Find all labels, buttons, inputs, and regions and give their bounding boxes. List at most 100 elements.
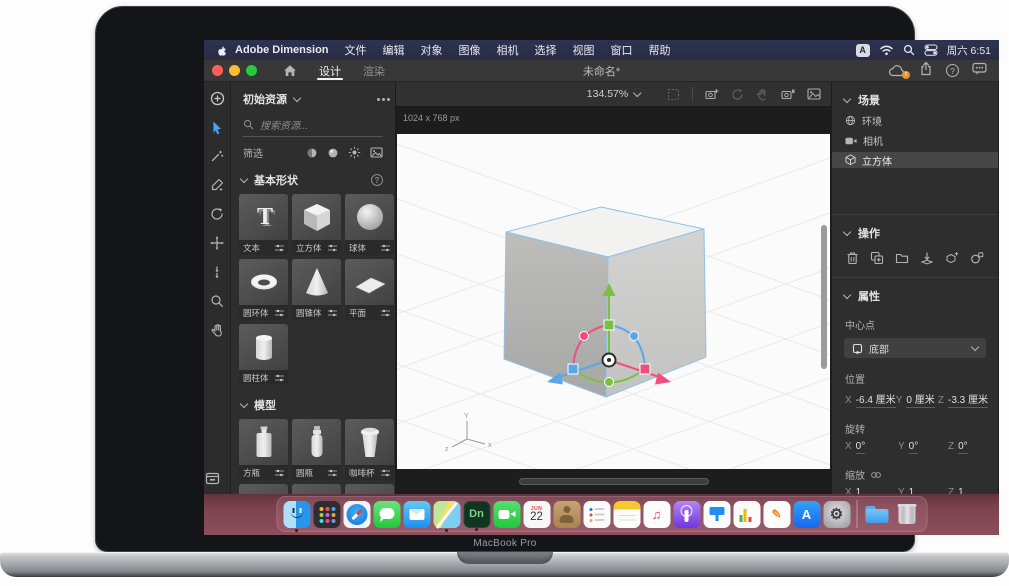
asset-search-field[interactable]: 搜索资源... — [243, 117, 383, 137]
home-button[interactable] — [283, 64, 297, 77]
dock-downloads-folder-icon[interactable] — [863, 501, 890, 528]
scene-panel-title[interactable]: 场景 — [858, 92, 880, 108]
orbit-tool[interactable] — [209, 206, 225, 222]
assets-panel-title[interactable]: 初始资源 — [243, 91, 287, 107]
actions-panel-title[interactable]: 操作 — [858, 225, 880, 241]
sliders-icon[interactable] — [381, 469, 390, 477]
asset-tile-partial[interactable] — [239, 484, 288, 494]
sliders-icon[interactable] — [381, 244, 390, 252]
select-tool[interactable] — [209, 119, 225, 135]
properties-panel-title[interactable]: 属性 — [858, 288, 880, 304]
position-y-input[interactable]: 0 厘米 — [906, 391, 934, 408]
asset-tile-cone[interactable]: 圆锥体 — [292, 259, 341, 320]
asset-tile-text[interactable]: TT文本 — [239, 194, 288, 255]
camera-bookmark-icon[interactable] — [781, 88, 795, 101]
control-center-icon[interactable] — [924, 44, 938, 56]
help-icon-small[interactable]: ? — [371, 174, 383, 186]
asset-tile-round-bottle[interactable]: 圆瓶 — [292, 419, 341, 480]
delete-icon[interactable] — [846, 251, 859, 265]
link-icon[interactable] — [870, 471, 882, 479]
scene-item-environment[interactable]: 环境 — [832, 113, 998, 128]
dock-music-icon[interactable]: ♫ — [643, 501, 670, 528]
render-preview-icon[interactable] — [807, 88, 821, 100]
pan-camera-tool[interactable] — [209, 235, 225, 251]
spotlight-search-icon[interactable] — [903, 44, 915, 56]
dock-pages-icon[interactable]: ✎ — [763, 501, 790, 528]
section-basic-shapes[interactable]: 基本形状 ? — [241, 172, 383, 188]
dock-keynote-icon[interactable] — [703, 501, 730, 528]
dock-app-store-icon[interactable]: A — [793, 501, 820, 528]
menu-window[interactable]: 窗口 — [603, 42, 641, 58]
menu-camera[interactable]: 相机 — [489, 42, 527, 58]
section-models[interactable]: 模型 — [241, 397, 383, 413]
group-icon[interactable] — [895, 252, 909, 264]
camera-add-icon[interactable] — [705, 88, 719, 101]
dock-reminders-icon[interactable] — [583, 501, 610, 528]
asset-tile-partial[interactable] — [292, 484, 341, 494]
filter-models-icon[interactable] — [306, 147, 318, 159]
scale-x-input[interactable]: 1 — [856, 487, 882, 494]
asset-tile-plane[interactable]: 平面 — [345, 259, 394, 320]
menu-object[interactable]: 对象 — [413, 42, 451, 58]
scale-y-input[interactable]: 1 — [909, 487, 933, 494]
sliders-icon[interactable] — [275, 374, 284, 382]
sliders-icon[interactable] — [328, 309, 337, 317]
scale-z-input[interactable]: 1 — [958, 487, 982, 494]
asset-tile-square-bottle[interactable]: 方瓶 — [239, 419, 288, 480]
zoom-window-button[interactable] — [246, 65, 257, 76]
asset-tile-sphere[interactable]: 球体 — [345, 194, 394, 255]
orbit-view-icon[interactable] — [731, 88, 744, 101]
dock-system-preferences-icon[interactable]: ⚙ — [823, 501, 850, 528]
sliders-icon[interactable] — [275, 244, 284, 252]
scene-item-cube-selected[interactable]: 立方体 — [832, 152, 998, 168]
zoom-tool[interactable] — [209, 293, 225, 309]
hand-tool[interactable] — [209, 322, 225, 338]
dock-trash-icon[interactable] — [893, 501, 920, 528]
sliders-icon[interactable] — [275, 469, 284, 477]
menu-clock[interactable]: 周六 6:51 — [947, 43, 991, 58]
menu-help[interactable]: 帮助 — [641, 42, 679, 58]
sliders-icon[interactable] — [381, 309, 390, 317]
dock-finder-icon[interactable] — [283, 501, 310, 528]
drop-to-ground-icon[interactable] — [920, 251, 934, 265]
duplicate-icon[interactable] — [870, 251, 884, 265]
menu-app-name[interactable]: Adobe Dimension — [235, 44, 329, 56]
sliders-icon[interactable] — [328, 469, 337, 477]
material-sample-icon[interactable] — [970, 251, 984, 265]
horizontal-scrollbar[interactable] — [519, 478, 709, 485]
dolly-tool[interactable] — [209, 264, 225, 280]
wifi-icon[interactable] — [879, 44, 894, 56]
share-icon[interactable] — [919, 61, 933, 81]
apple-menu-icon[interactable] — [216, 44, 228, 57]
close-window-button[interactable] — [212, 65, 223, 76]
menu-select[interactable]: 选择 — [527, 42, 565, 58]
minimize-window-button[interactable] — [229, 65, 240, 76]
sync-status-icon[interactable]: ! — [888, 64, 906, 77]
magic-resize-icon[interactable] — [945, 251, 959, 265]
feedback-icon[interactable] — [972, 62, 987, 80]
dock-notes-icon[interactable] — [613, 501, 640, 528]
asset-tile-cylinder[interactable]: 圆柱体 — [239, 324, 288, 385]
filter-materials-icon[interactable] — [327, 147, 339, 159]
asset-tile-partial[interactable] — [345, 484, 394, 494]
more-options-icon[interactable] — [382, 98, 385, 101]
dock-maps-icon[interactable] — [433, 501, 460, 528]
asset-tile-coffee-cup[interactable]: 咖啡杯 — [345, 419, 394, 480]
rotation-x-input[interactable]: 0° — [856, 441, 866, 454]
tab-design[interactable]: 设计 — [315, 60, 345, 81]
help-icon[interactable]: ? — [946, 64, 959, 77]
rotation-y-input[interactable]: 0° — [909, 441, 919, 454]
position-z-input[interactable]: -3.3 厘米 — [948, 391, 988, 408]
dock-calendar-icon[interactable]: JUN22 — [523, 501, 550, 528]
dock-safari-icon[interactable] — [343, 501, 370, 528]
zoom-level-dropdown[interactable]: 134.57% — [587, 88, 640, 100]
pivot-dropdown[interactable]: 底部 — [844, 338, 986, 358]
dock-numbers-icon[interactable] — [733, 501, 760, 528]
rotation-z-input[interactable]: 0° — [958, 441, 968, 454]
menu-edit[interactable]: 编辑 — [375, 42, 413, 58]
filter-images-icon[interactable] — [370, 147, 383, 158]
dock-contacts-icon[interactable] — [553, 501, 580, 528]
filter-lights-icon[interactable] — [348, 146, 361, 159]
menu-file[interactable]: 文件 — [337, 42, 375, 58]
menu-view[interactable]: 视图 — [565, 42, 603, 58]
